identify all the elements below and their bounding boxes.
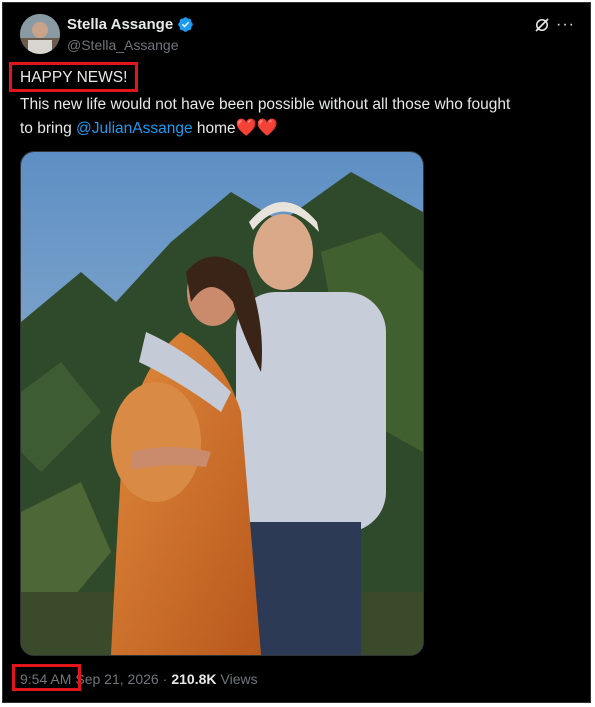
tweet-date[interactable]: Sep 21, 2026 <box>75 671 158 687</box>
views-count: 210.8K <box>171 671 217 687</box>
tweet-line-2-prefix: to bring <box>20 120 77 137</box>
tweet-card: Stella Assange @Stella_Assange ··· HAPPY… <box>2 2 591 703</box>
avatar[interactable] <box>20 14 60 54</box>
grok-icon[interactable] <box>533 16 551 34</box>
heart-emoji: ❤️❤️ <box>235 118 279 137</box>
verified-badge-icon <box>178 17 193 32</box>
more-icon[interactable]: ··· <box>556 16 575 34</box>
tweet-line-2-suffix: home <box>192 120 236 137</box>
tweet-photo[interactable] <box>20 151 424 656</box>
meta-separator: · <box>162 671 168 687</box>
author-handle[interactable]: @Stella_Assange <box>67 37 179 53</box>
highlight-box-headline <box>9 62 138 92</box>
highlight-box-time <box>12 664 81 691</box>
views-label: Views <box>220 671 258 687</box>
tweet-line-1: This new life would not have been possib… <box>20 96 511 113</box>
tweet-line-2: to bring @JulianAssange home❤️❤️ <box>20 117 278 140</box>
author-name-row[interactable]: Stella Assange <box>67 16 194 33</box>
mention-link[interactable]: @JulianAssange <box>76 120 193 137</box>
author-name[interactable]: Stella Assange <box>67 16 173 33</box>
